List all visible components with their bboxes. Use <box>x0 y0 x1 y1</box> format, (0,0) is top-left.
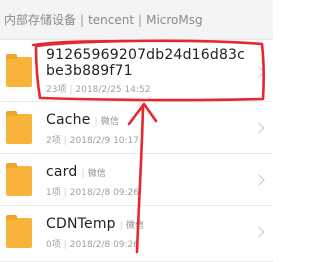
folder-row-cache[interactable]: Cache | 微信 2项 | 2018/2/9 10:17 <box>0 102 273 154</box>
breadcrumb-tencent[interactable]: tencent <box>88 13 134 27</box>
breadcrumb-separator: | <box>138 12 143 27</box>
folder-meta: 0项 | 2018/2/8 09:26 <box>46 240 139 250</box>
breadcrumb-internal-storage[interactable]: 内部存储设备 <box>4 11 76 28</box>
folder-row-hash[interactable]: 91265969207db24d16d83cbe3b889f71 23项 | 201… <box>0 40 273 102</box>
folder-tag-line: | 微信 <box>119 221 145 231</box>
folder-date: 2018/2/8 09:26 <box>69 188 139 198</box>
breadcrumb: 内部存储设备 | tencent | MicroMsg <box>0 0 273 40</box>
folder-count: 2项 <box>46 136 61 146</box>
folder-name: card <box>46 164 78 180</box>
folder-icon <box>6 215 32 248</box>
folder-icon <box>6 163 32 196</box>
folder-date: 2018/2/9 10:17 <box>69 136 139 146</box>
folder-date: 2018/2/25 14:52 <box>75 85 151 95</box>
folder-tag-line: | 微信 <box>94 117 120 127</box>
folder-count: 1项 <box>46 188 61 198</box>
chevron-right-icon <box>253 66 265 78</box>
folder-name-line: CDNTemp | 微信 <box>46 216 144 232</box>
folder-icon <box>6 111 32 144</box>
folder-tag: 微信 <box>100 117 120 127</box>
breadcrumb-separator: | <box>80 12 85 27</box>
chevron-right-icon <box>253 174 265 186</box>
folder-tag: 微信 <box>87 169 107 179</box>
folder-name: 91265969207db24d16d83cbe3b889f71 <box>46 47 246 79</box>
folder-count: 23项 <box>46 85 67 95</box>
folder-date: 2018/2/8 09:26 <box>69 240 139 250</box>
folder-row-cdntemp[interactable]: CDNTemp | 微信 0项 | 2018/2/8 09:26 <box>0 206 273 262</box>
folder-count: 0项 <box>46 240 61 250</box>
folder-tag: 微信 <box>125 221 145 231</box>
breadcrumb-micromsg[interactable]: MicroMsg <box>146 13 203 27</box>
folder-row-card[interactable]: card | 微信 1项 | 2018/2/8 09:26 <box>0 154 273 206</box>
folder-name-line: card | 微信 <box>46 164 106 180</box>
folder-icon <box>6 54 32 87</box>
chevron-right-icon <box>253 122 265 134</box>
folder-meta: 2项 | 2018/2/9 10:17 <box>46 136 139 146</box>
folder-name: CDNTemp <box>46 216 116 232</box>
folder-name-line: Cache | 微信 <box>46 112 119 128</box>
chevron-right-icon <box>253 226 265 238</box>
folder-meta: 23项 | 2018/2/25 14:52 <box>46 85 151 95</box>
folder-tag-line: | 微信 <box>81 169 107 179</box>
folder-name: Cache <box>46 112 91 128</box>
folder-meta: 1项 | 2018/2/8 09:26 <box>46 188 139 198</box>
